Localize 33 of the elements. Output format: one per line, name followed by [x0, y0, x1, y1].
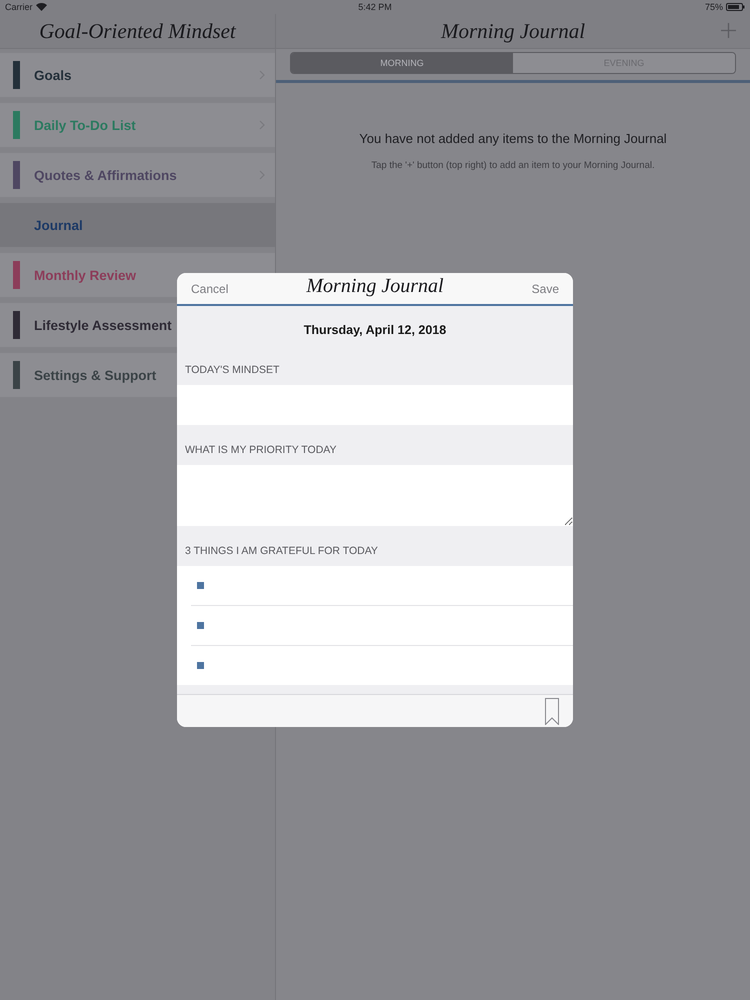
sidebar-item-label: Settings & Support — [34, 368, 156, 382]
section-heading: 3 THINGS I AM GRATEFUL FOR TODAY — [177, 526, 573, 566]
sidebar-item[interactable]: Daily To-Do List — [0, 103, 275, 147]
bookmark-icon[interactable] — [545, 698, 559, 724]
sidebar-item-label: Quotes & Affirmations — [34, 168, 177, 182]
sidebar-item-label: Lifestyle Assessment — [34, 318, 172, 332]
date-heading: Thursday, April 12, 2018 — [177, 306, 573, 353]
save-button[interactable]: Save — [532, 282, 559, 296]
page-title: Morning Journal — [440, 18, 586, 44]
sidebar-item-label: Daily To-Do List — [34, 118, 136, 132]
add-icon[interactable] — [721, 23, 736, 38]
bullet-icon — [197, 582, 204, 589]
battery-percentage: 75% — [704, 2, 723, 12]
sidebar-item-label: Goals — [34, 68, 72, 82]
bullet-icon — [197, 662, 204, 669]
sidebar-item-label: Monthly Review — [34, 268, 136, 282]
battery-icon — [726, 3, 745, 11]
wifi-icon — [36, 3, 47, 11]
clock-time: 5:42 PM — [358, 2, 392, 12]
bullet-icon — [197, 622, 204, 629]
empty-hint: Tap the '+' button (top right) to add an item to your Morning Journal. — [371, 160, 655, 171]
sidebar-item[interactable]: Journal — [0, 203, 275, 247]
cancel-button[interactable]: Cancel — [191, 282, 228, 296]
dialog-title: Morning Journal — [306, 275, 444, 298]
carrier-label: Carrier — [5, 2, 33, 12]
sidebar-item[interactable]: Quotes & Affirmations — [0, 153, 275, 197]
empty-message: You have not added any items to the Morning Journal — [359, 131, 667, 146]
segment-tab[interactable]: MORNING — [291, 53, 513, 73]
sidebar-item-label: Journal — [34, 218, 83, 232]
section-heading: WHAT IS MY PRIORITY TODAY — [177, 425, 573, 465]
app-title: Goal-Oriented Mindset — [39, 18, 236, 44]
sidebar-item[interactable]: Goals — [0, 53, 275, 97]
section-heading: TODAY'S MINDSET — [177, 353, 573, 385]
